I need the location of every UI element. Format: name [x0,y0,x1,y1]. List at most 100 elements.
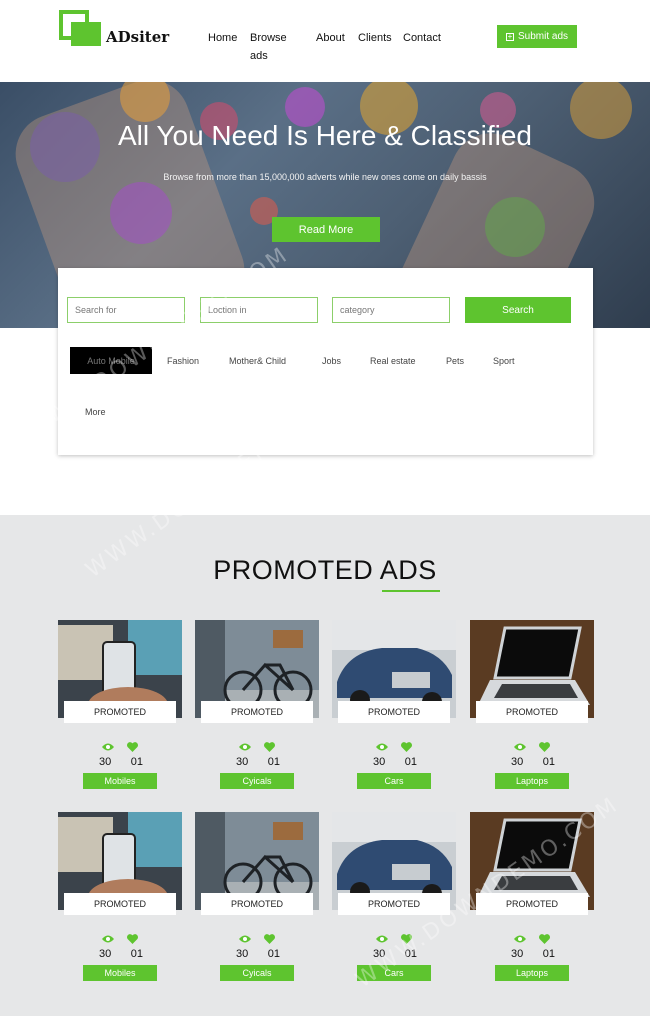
card-stats-icons [514,934,550,944]
views-count: 30 [373,756,386,768]
views-count: 30 [99,756,112,768]
heart-icon[interactable] [127,742,138,752]
logo-mark-icon [59,10,101,46]
site-header: ADsiter Home Browse ads About Clients Co… [0,0,650,82]
heart-icon[interactable] [539,934,550,944]
category-tag[interactable]: Cars [357,773,431,789]
category-tag[interactable]: Cars [357,965,431,981]
card-stats-icons [239,742,275,752]
card-stats-counts: 30 01 [236,948,280,960]
eye-icon [102,935,114,943]
promoted-badge: PROMOTED [64,701,176,723]
card-stats-counts: 30 01 [99,756,143,768]
logo-text: ADsiter [106,28,170,46]
ad-card[interactable]: PROMOTED 30 01 Laptops [470,620,594,790]
card-stats-icons [102,742,138,752]
likes-count: 01 [404,756,417,768]
category-input[interactable] [332,297,450,323]
eye-icon [376,743,388,751]
card-stats-counts: 30 01 [373,756,417,768]
category-pets[interactable]: Pets [446,356,464,366]
promoted-title: PROMOTED ADS [213,555,437,585]
category-mother-child[interactable]: Mother& Child [229,356,286,366]
category-jobs[interactable]: Jobs [322,356,341,366]
views-count: 30 [511,756,524,768]
card-stats-icons [514,742,550,752]
eye-icon [239,935,251,943]
card-stats-icons [102,934,138,944]
nav-about[interactable]: About [316,29,345,47]
heart-icon[interactable] [264,934,275,944]
promoted-badge: PROMOTED [476,701,588,723]
eye-icon [376,935,388,943]
promoted-badge: PROMOTED [338,893,450,915]
card-stats-icons [239,934,275,944]
likes-count: 01 [130,948,143,960]
search-button[interactable]: Search [465,297,571,323]
nav-browse-label-2: ads [250,50,268,62]
category-tag[interactable]: Mobiles [83,965,157,981]
card-stats-counts: 30 01 [511,948,555,960]
heart-icon[interactable] [401,934,412,944]
card-stats-counts: 30 01 [511,756,555,768]
search-for-input[interactable] [67,297,185,323]
likes-count: 01 [542,756,555,768]
category-real-estate[interactable]: Real estate [370,356,416,366]
category-tag[interactable]: Cyicals [220,965,294,981]
card-stats-counts: 30 01 [373,948,417,960]
heart-icon[interactable] [401,742,412,752]
ad-card[interactable]: PROMOTED 30 01 Cyicals [195,620,319,790]
category-tag[interactable]: Cyicals [220,773,294,789]
heart-icon[interactable] [539,742,550,752]
ad-card[interactable]: PROMOTED 30 01 Mobiles [58,620,182,790]
nav-browse-ads[interactable]: Browse ads [250,29,287,65]
read-more-button[interactable]: Read More [272,217,380,242]
eye-icon [514,935,526,943]
search-panel: Search Auto Mobile Fashion Mother& Child… [58,268,593,455]
promoted-badge: PROMOTED [201,701,313,723]
hero-title: All You Need Is Here & Classified [118,120,532,151]
ad-card[interactable]: PROMOTED 30 01 Cars [332,812,456,982]
card-stats-counts: 30 01 [236,756,280,768]
category-tag[interactable]: Laptops [495,965,569,981]
logo[interactable]: ADsiter [59,10,179,50]
promoted-ads-section: PROMOTED ADS PROMOTED 30 01 Mobiles PROM… [0,515,650,1016]
heart-icon[interactable] [127,934,138,944]
ad-card[interactable]: PROMOTED 30 01 Laptops [470,812,594,982]
card-stats-icons [376,742,412,752]
category-tag[interactable]: Mobiles [83,773,157,789]
submit-ads-button[interactable]: + Submit ads [497,25,577,48]
promoted-badge: PROMOTED [64,893,176,915]
nav-clients[interactable]: Clients [358,29,392,47]
category-more[interactable]: More [85,407,106,417]
card-stats-counts: 30 01 [99,948,143,960]
heart-icon[interactable] [264,742,275,752]
category-fashion[interactable]: Fashion [167,356,199,366]
hero-subtitle: Browse from more than 15,000,000 adverts… [163,172,487,182]
eye-icon [514,743,526,751]
ad-card[interactable]: PROMOTED 30 01 Cyicals [195,812,319,982]
promoted-badge: PROMOTED [201,893,313,915]
views-count: 30 [511,948,524,960]
promoted-badge: PROMOTED [476,893,588,915]
location-input[interactable] [200,297,318,323]
title-underline [382,590,440,592]
likes-count: 01 [267,756,280,768]
plus-icon: + [505,31,514,41]
nav-home[interactable]: Home [208,29,237,47]
category-auto-mobile[interactable]: Auto Mobile [70,347,152,374]
views-count: 30 [99,948,112,960]
submit-ads-label: Submit ads [517,31,569,42]
likes-count: 01 [404,948,417,960]
ad-card[interactable]: PROMOTED 30 01 Mobiles [58,812,182,982]
category-sport[interactable]: Sport [493,356,515,366]
category-tag[interactable]: Laptops [495,773,569,789]
promoted-badge: PROMOTED [338,701,450,723]
ad-card[interactable]: PROMOTED 30 01 Cars [332,620,456,790]
likes-count: 01 [542,948,555,960]
views-count: 30 [373,948,386,960]
nav-contact[interactable]: Contact [403,29,441,47]
eye-icon [102,743,114,751]
likes-count: 01 [130,756,143,768]
eye-icon [239,743,251,751]
